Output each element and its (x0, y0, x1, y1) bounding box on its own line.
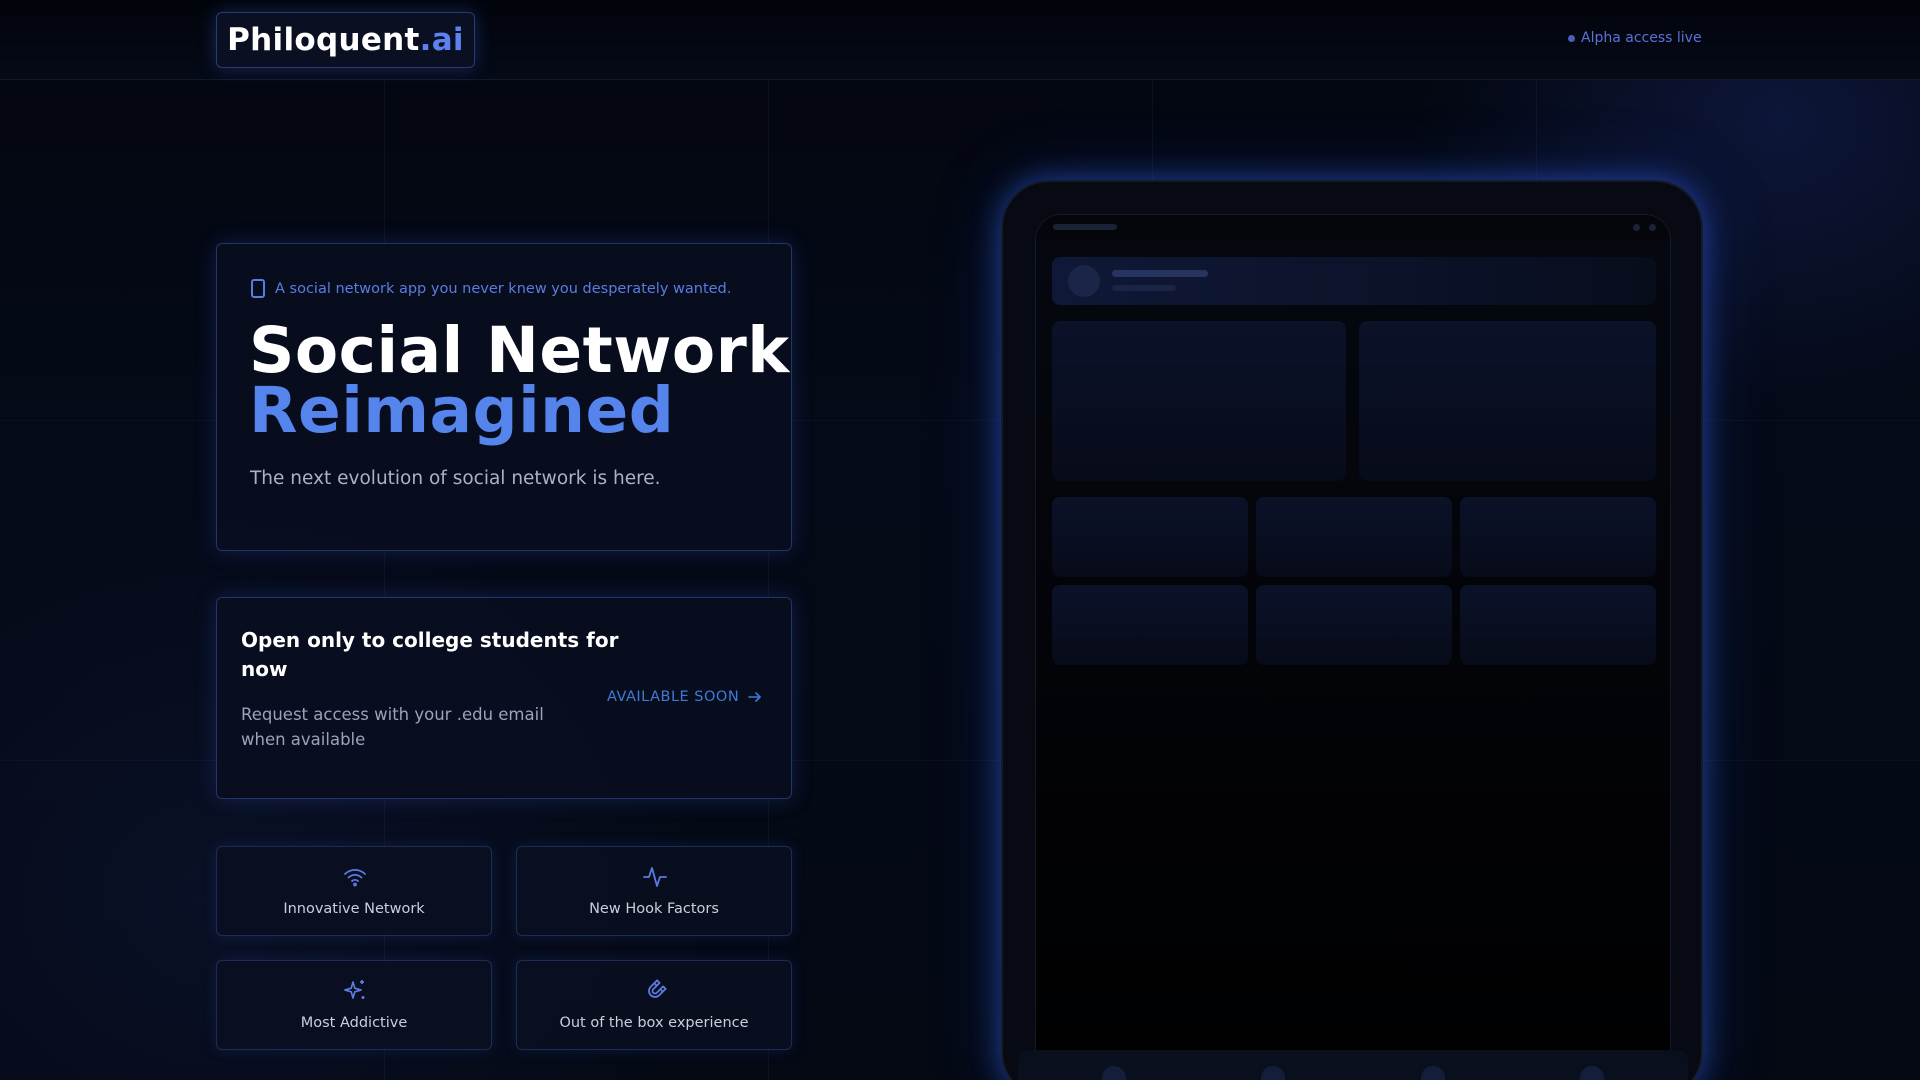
content-placeholder (1052, 585, 1248, 665)
nav-dot (1580, 1066, 1604, 1080)
feature-tile-out-of-the-box: Out of the box experience (516, 960, 792, 1050)
device-status-bar (1036, 215, 1670, 241)
device-bottom-nav (1018, 1050, 1688, 1080)
content-placeholder (1052, 497, 1248, 577)
tablet-mockup (1001, 180, 1703, 1080)
content-placeholder (1460, 497, 1656, 577)
available-soon-link[interactable]: AVAILABLE SOON (607, 689, 763, 705)
content-placeholder (1460, 585, 1656, 665)
profile-header-placeholder (1052, 257, 1656, 305)
feature-label: Innovative Network (283, 901, 425, 917)
tablet-screen (1035, 214, 1671, 1080)
magnet-icon (648, 979, 667, 998)
feature-label: Out of the box experience (559, 1015, 749, 1031)
feature-label: Most Addictive (300, 1015, 408, 1031)
access-description: Request access with your .edu email when… (241, 705, 544, 749)
nav-dot (1102, 1066, 1126, 1080)
content-placeholder (1256, 585, 1452, 665)
hero-title-line2: Reimagined (249, 374, 675, 447)
nav-dot (1421, 1066, 1445, 1080)
hero-tagline: A social network app you never knew you … (251, 279, 731, 298)
nav-dot (1261, 1066, 1285, 1080)
hero-subtitle: The next evolution of social network is … (250, 468, 661, 489)
feature-label: New Hook Factors (589, 901, 719, 917)
access-heading: Open only to college students for now (241, 628, 619, 681)
status-text: Alpha access live (1581, 30, 1702, 46)
status-dot-icon (1568, 34, 1575, 42)
avatar-placeholder (1068, 265, 1100, 297)
activity-icon (643, 867, 667, 887)
content-placeholder (1052, 321, 1346, 481)
feature-tile-innovative-network: Innovative Network (216, 846, 492, 936)
content-placeholder (1359, 321, 1656, 481)
feature-tile-most-addictive: Most Addictive (216, 960, 492, 1050)
feature-tile-new-hook-factors: New Hook Factors (516, 846, 792, 936)
alpha-status-badge: Alpha access live (1568, 30, 1702, 46)
tagline-text: A social network app you never knew you … (275, 280, 732, 297)
logo-tld: .ai (419, 22, 464, 58)
wifi-icon (344, 868, 366, 887)
top-navigation-bar: Philoquent .ai Alpha access live (0, 0, 1920, 80)
available-soon-label: AVAILABLE SOON (607, 689, 740, 705)
hero-card: A social network app you never knew you … (216, 243, 792, 551)
logo-name: Philoquent (227, 22, 420, 58)
sparkles-icon (344, 980, 365, 999)
content-placeholder (1256, 497, 1452, 577)
hero-title-line1: Social Network (249, 314, 790, 387)
brand-logo[interactable]: Philoquent .ai (216, 12, 475, 68)
smartphone-icon (251, 279, 265, 298)
access-card: Open only to college students for now Re… (216, 597, 792, 799)
arrow-right-icon (748, 692, 761, 702)
